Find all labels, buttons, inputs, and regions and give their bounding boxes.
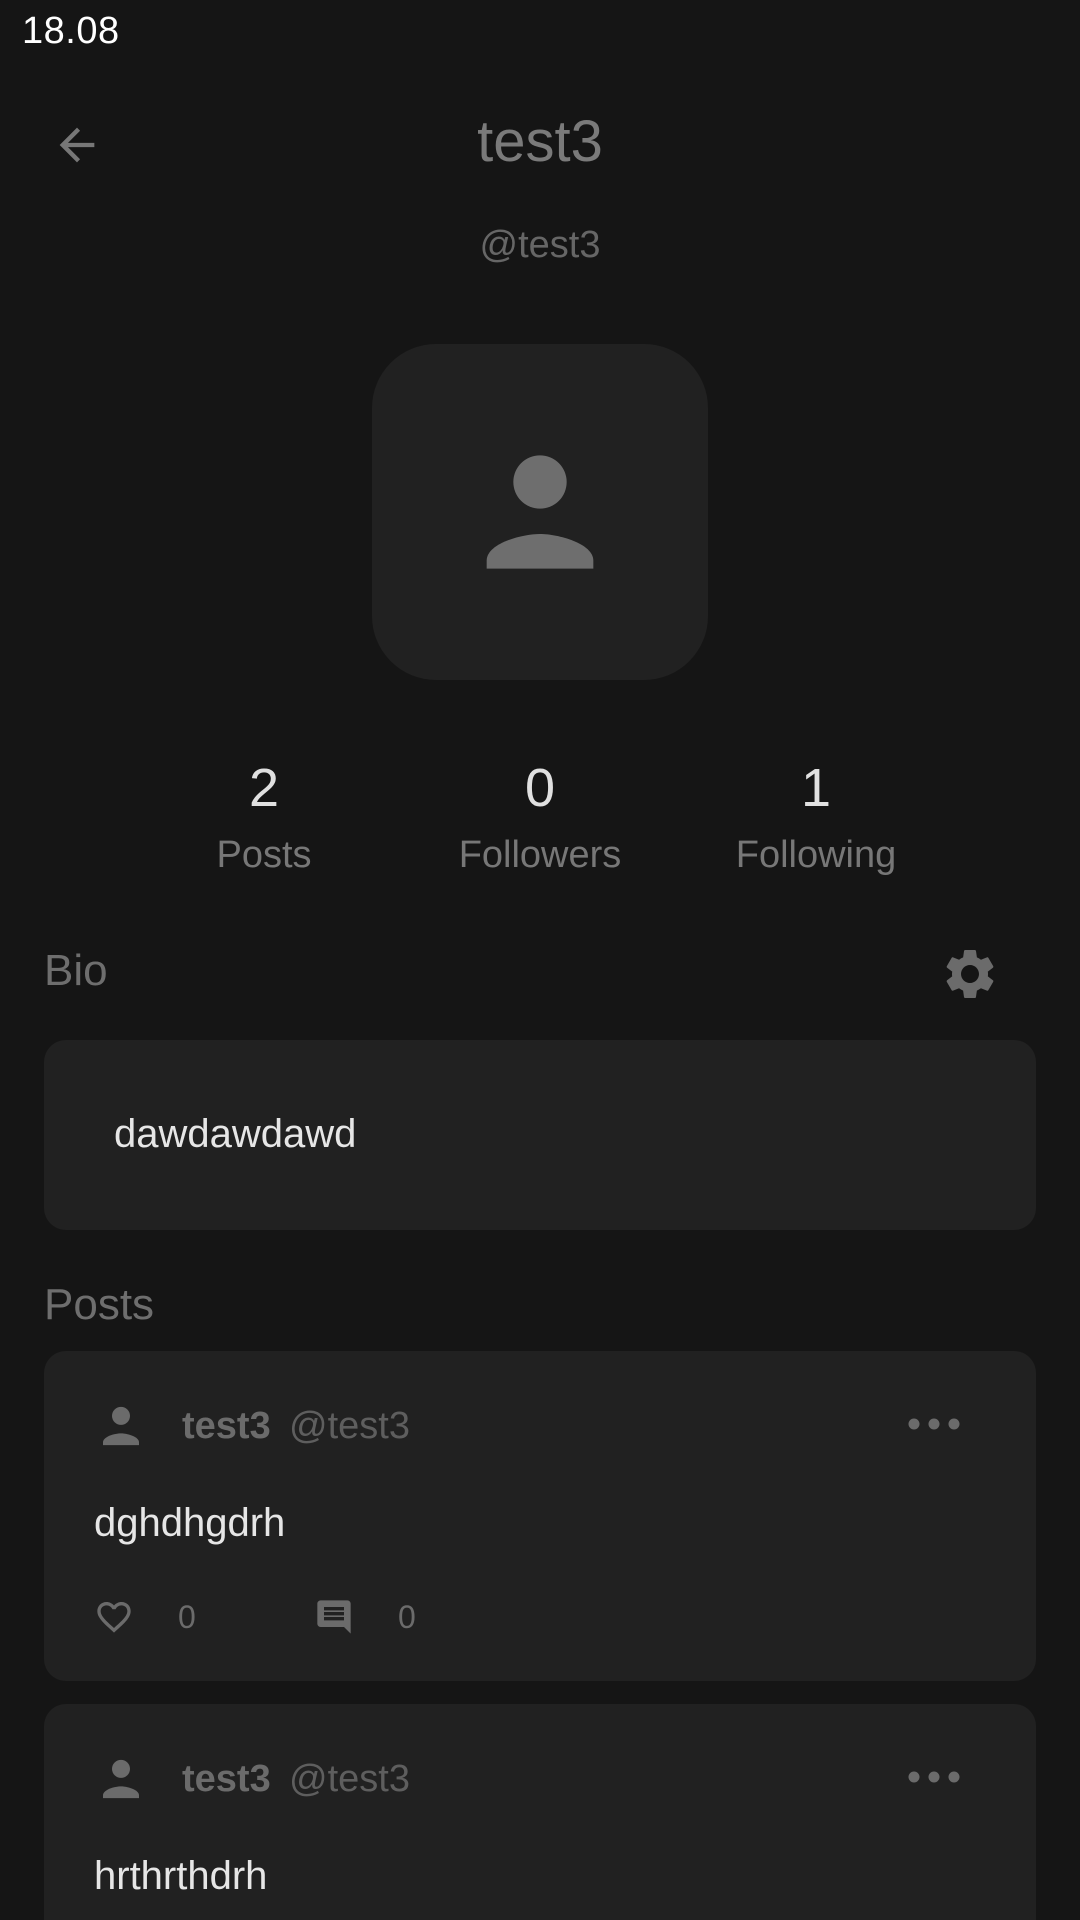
person-icon (103, 1406, 139, 1446)
stat-posts-label: Posts (216, 834, 312, 876)
stat-followers[interactable]: 0 Followers (410, 756, 670, 877)
bio-section-title: Bio (44, 946, 108, 995)
stat-following[interactable]: 1 Following (686, 756, 946, 877)
stat-following-value: 1 (800, 758, 832, 818)
comment-count: 0 (398, 1599, 416, 1635)
status-bar-time: 18.08 (22, 10, 120, 52)
stat-posts-value: 2 (248, 758, 280, 818)
like-count: 0 (178, 1599, 196, 1635)
post-author[interactable]: test3 (182, 1758, 271, 1801)
profile-handle: @test3 (479, 224, 601, 266)
stat-following-label: Following (735, 834, 897, 876)
more-horizontal-icon[interactable] (904, 1762, 964, 1792)
post-card[interactable]: test3 @test3 dghdhgdrh 0 0 (44, 1351, 1036, 1681)
comment-icon[interactable] (314, 1597, 354, 1637)
profile-screen: 18.08 test3 @test3 2 Posts 0 Followers 1… (0, 0, 1080, 1920)
person-icon (486, 455, 594, 569)
stat-followers-label: Followers (458, 834, 622, 876)
heart-outline-icon[interactable] (94, 1597, 134, 1637)
post-actions: 0 0 (94, 1597, 494, 1641)
more-horizontal-icon[interactable] (904, 1409, 964, 1439)
post-text: hrthrthdrh (94, 1854, 268, 1898)
person-icon (103, 1759, 139, 1799)
profile-avatar[interactable] (372, 344, 708, 680)
page-title: test3 (477, 109, 603, 174)
profile-stats: 2 Posts 0 Followers 1 Following (0, 756, 1080, 886)
stat-posts[interactable]: 2 Posts (134, 756, 394, 877)
post-text: dghdhgdrh (94, 1501, 286, 1545)
post-card[interactable]: test3 @test3 hrthrthdrh (44, 1704, 1036, 1920)
posts-section-title: Posts (44, 1280, 155, 1329)
stat-followers-value: 0 (524, 758, 556, 818)
post-handle: @test3 (289, 1758, 410, 1800)
gear-icon[interactable] (940, 944, 1000, 1004)
bio-card: dawdawdawd (44, 1040, 1036, 1230)
post-handle: @test3 (289, 1405, 410, 1447)
bio-text: dawdawdawd (114, 1112, 357, 1156)
post-author[interactable]: test3 (182, 1405, 271, 1448)
